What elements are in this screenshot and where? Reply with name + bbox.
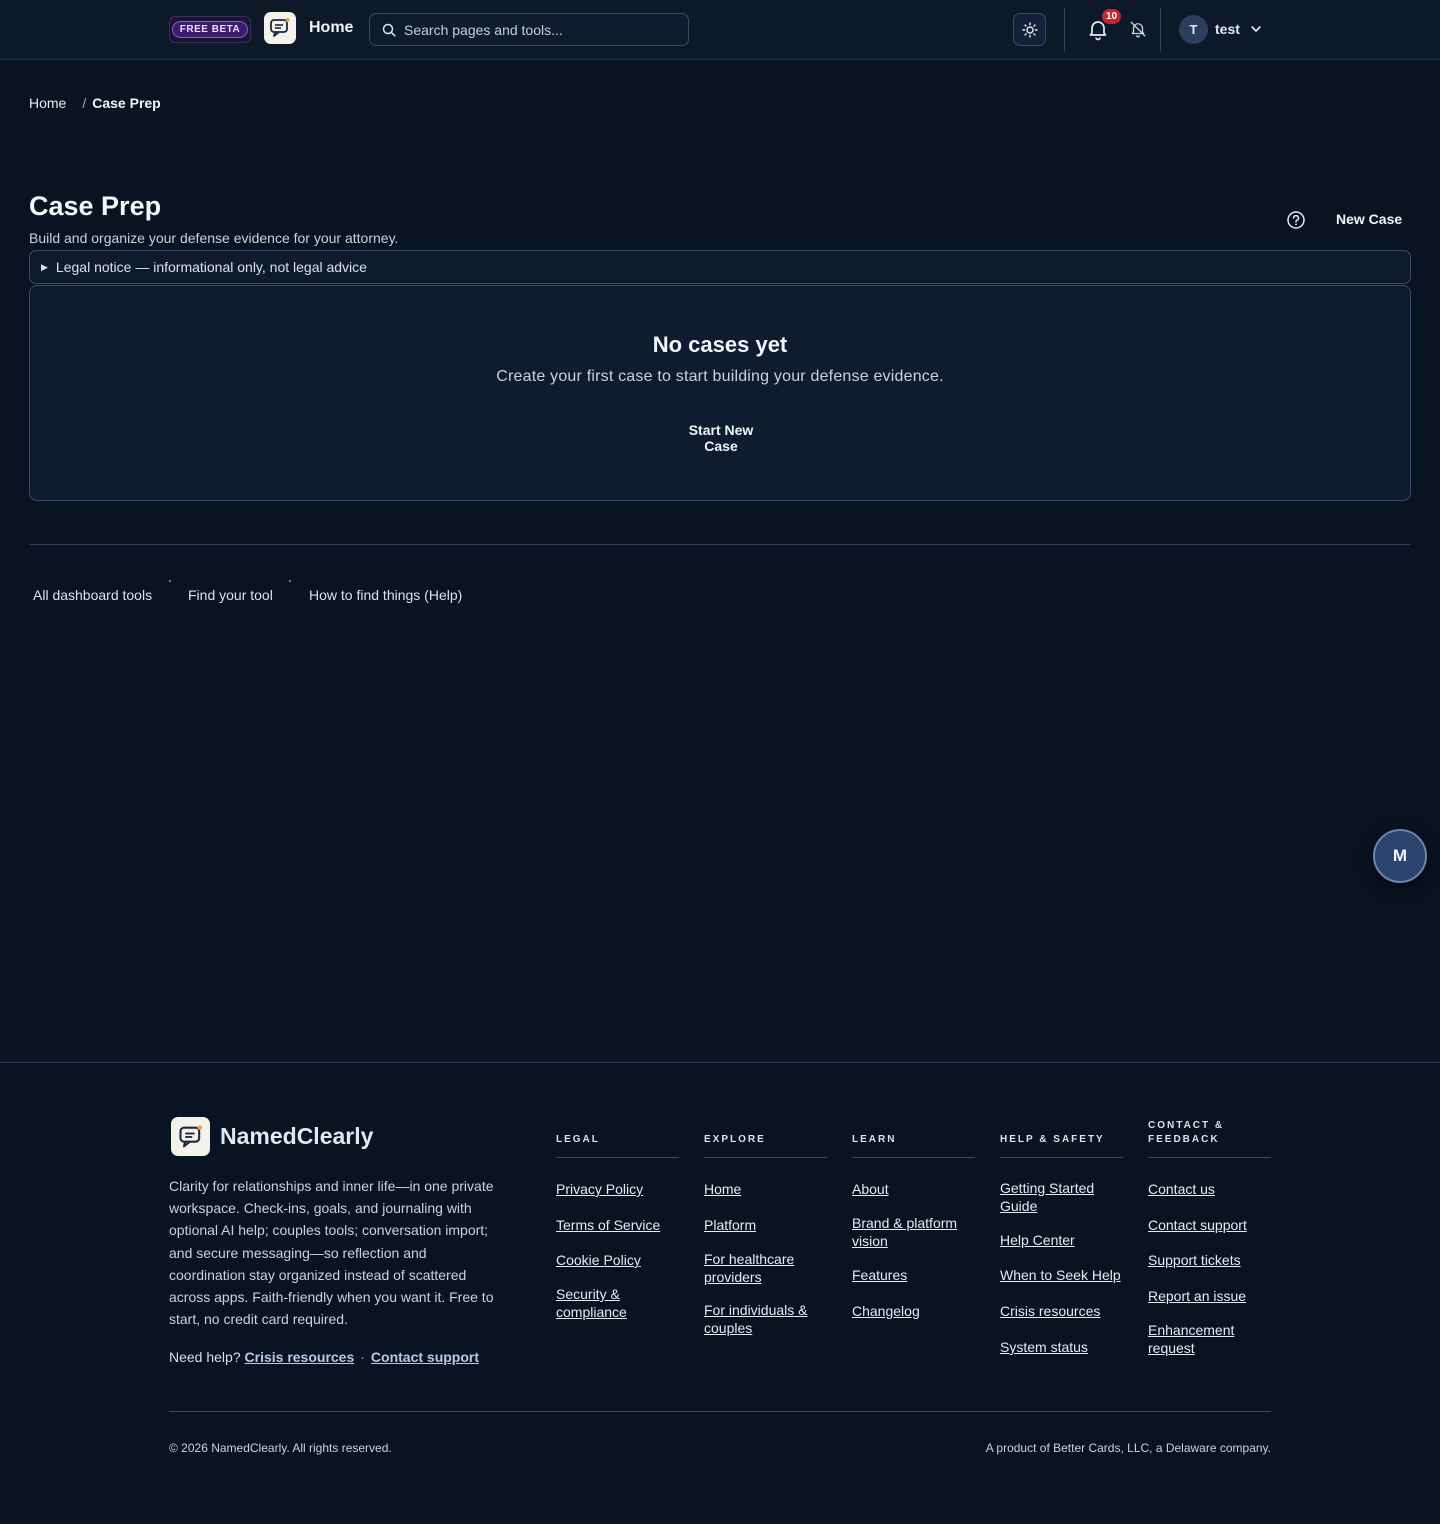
contact-support-link[interactable]: Contact support [371, 1349, 479, 1365]
footer-link-contact-us[interactable]: Contact us [1148, 1180, 1271, 1198]
sun-icon [1021, 21, 1038, 38]
footer-link-platform[interactable]: Platform [704, 1216, 827, 1234]
header-divider [1160, 8, 1161, 52]
footer-link-about[interactable]: About [852, 1180, 975, 1198]
need-help-label: Need help? [169, 1349, 241, 1365]
page-title: Case Prep [29, 191, 162, 221]
footer-logo-icon[interactable] [171, 1117, 210, 1156]
company-text: A product of Better Cards, LLC, a Delawa… [985, 1441, 1271, 1455]
top-navigation-bar: FREE BETA Home Search pages and tools...… [0, 0, 1440, 60]
footer-link-brand-platform-vision[interactable]: Brand & platform vision [852, 1214, 962, 1250]
link-find-your-tool[interactable]: Find your tool [188, 587, 273, 603]
search-box[interactable] [369, 13, 689, 46]
breadcrumb-separator: / [82, 95, 87, 111]
user-avatar[interactable]: T [1179, 15, 1208, 44]
footer-link-individuals-couples[interactable]: For individuals & couples [704, 1301, 814, 1337]
footer: NamedClearly Clarity for relationships a… [0, 1062, 1440, 1524]
home-link[interactable]: Home [309, 19, 353, 37]
footer-link-home[interactable]: Home [704, 1180, 827, 1198]
search-input[interactable] [404, 21, 674, 38]
breadcrumb: Home / Case Prep [29, 95, 161, 111]
bell-off-icon[interactable] [1129, 20, 1147, 38]
footer-description: Clarity for relationships and inner life… [169, 1178, 494, 1328]
column-heading: HELP & SAFETY [1000, 1119, 1123, 1158]
breadcrumb-home[interactable]: Home [29, 95, 66, 111]
free-beta-badge: FREE BETA [169, 16, 251, 43]
separator-dot [169, 580, 171, 582]
link-all-dashboard-tools[interactable]: All dashboard tools [33, 587, 152, 603]
header-divider [1064, 8, 1065, 52]
footer-link-privacy-policy[interactable]: Privacy Policy [556, 1180, 679, 1198]
crisis-resources-link[interactable]: Crisis resources [245, 1349, 355, 1365]
footer-divider [169, 1411, 1271, 1412]
link-how-to-find-things[interactable]: How to find things (Help) [309, 587, 462, 603]
need-help-line: Need help? Crisis resources · Contact supp… [169, 1349, 479, 1365]
footer-link-report-an-issue[interactable]: Report an issue [1148, 1287, 1271, 1305]
help-circle-icon[interactable] [1286, 210, 1306, 230]
footer-link-crisis-resources[interactable]: Crisis resources [1000, 1302, 1123, 1320]
footer-column-explore: EXPLORE Home Platform For healthcare pro… [704, 1119, 827, 1336]
footer-link-support-tickets[interactable]: Support tickets [1148, 1251, 1271, 1269]
footer-column-help-safety: HELP & SAFETY Getting Started Guide Help… [1000, 1119, 1123, 1355]
theme-toggle-button[interactable] [1013, 13, 1046, 46]
footer-link-contact-support[interactable]: Contact support [1148, 1216, 1271, 1234]
notification-count-badge: 10 [1101, 8, 1123, 25]
column-heading: CONTACT & FEEDBACK [1148, 1119, 1271, 1158]
footer-link-security-compliance[interactable]: Security & compliance [556, 1285, 646, 1321]
footer-column-contact-feedback: CONTACT & FEEDBACK Contact us Contact su… [1148, 1119, 1271, 1356]
footer-link-help-center[interactable]: Help Center [1000, 1231, 1123, 1249]
legal-notice-disclosure[interactable]: ▶ Legal notice — informational only, not… [29, 250, 1411, 284]
breadcrumb-current: Case Prep [92, 95, 161, 111]
new-case-button[interactable]: New Case [1336, 211, 1402, 227]
footer-link-features[interactable]: Features [852, 1266, 975, 1284]
chevron-down-icon[interactable] [1250, 23, 1262, 35]
copyright-text: © 2026 NamedClearly. All rights reserved… [169, 1441, 392, 1455]
footer-link-changelog[interactable]: Changelog [852, 1302, 975, 1320]
legal-notice-text: Legal notice — informational only, not l… [55, 259, 367, 275]
column-heading: EXPLORE [704, 1119, 827, 1158]
footer-column-learn: LEARN About Brand & platform vision Feat… [852, 1119, 975, 1319]
column-heading: LEARN [852, 1119, 975, 1158]
dot-separator: · [360, 1349, 365, 1365]
start-new-case-button[interactable]: Start New Case [671, 422, 771, 454]
floating-assistant-button[interactable]: M [1373, 829, 1427, 883]
footer-link-cookie-policy[interactable]: Cookie Policy [556, 1251, 679, 1269]
user-name[interactable]: test [1215, 21, 1240, 37]
footer-link-enhancement-request[interactable]: Enhancement request [1148, 1321, 1248, 1357]
disclosure-triangle-icon: ▶ [41, 261, 48, 272]
footer-brand-name[interactable]: NamedClearly [220, 1123, 373, 1150]
empty-state-description: Create your first case to start building… [496, 368, 944, 385]
column-heading: LEGAL [556, 1119, 679, 1158]
footer-link-system-status[interactable]: System status [1000, 1338, 1123, 1356]
footer-link-when-to-seek-help[interactable]: When to Seek Help [1000, 1266, 1123, 1284]
footer-link-terms-of-service[interactable]: Terms of Service [556, 1216, 679, 1234]
search-icon [382, 23, 396, 37]
page-subtitle: Build and organize your defense evidence… [29, 230, 399, 246]
footer-column-legal: LEGAL Privacy Policy Terms of Service Co… [556, 1119, 679, 1320]
separator-dot [289, 580, 291, 582]
footer-link-healthcare-providers[interactable]: For healthcare providers [704, 1250, 804, 1286]
empty-state-title: No cases yet [652, 332, 788, 357]
app-logo-icon[interactable] [264, 12, 296, 44]
footer-link-getting-started-guide[interactable]: Getting Started Guide [1000, 1179, 1105, 1215]
empty-state-card: No cases yet Create your first case to s… [29, 285, 1411, 501]
section-divider [29, 544, 1411, 545]
